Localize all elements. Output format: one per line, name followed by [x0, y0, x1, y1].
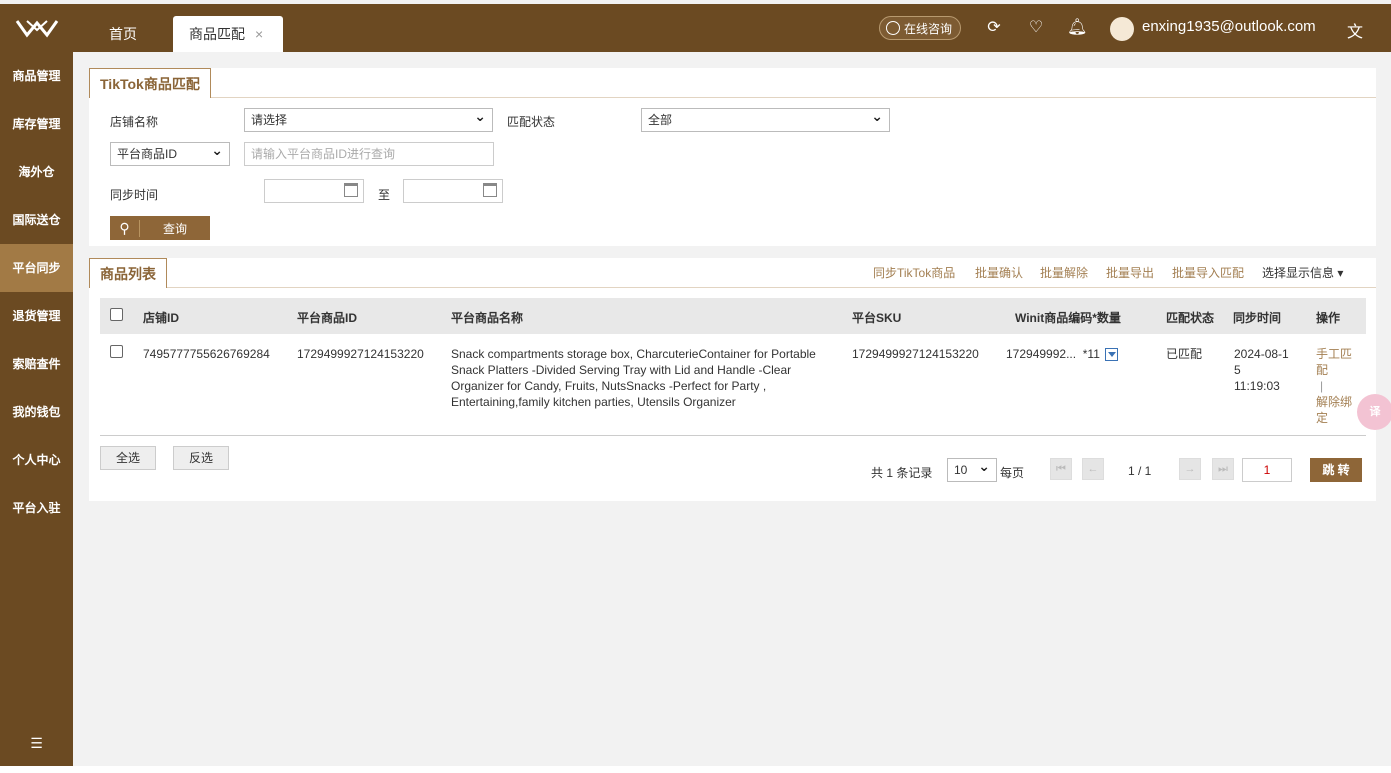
page-size-select[interactable]: 10: [947, 455, 997, 482]
row-operations: 手工匹配 | 解除绑定: [1316, 346, 1356, 426]
row-match-status: 已匹配: [1166, 347, 1203, 361]
tab-tiktok-match[interactable]: TikTok商品匹配: [89, 68, 211, 98]
list-divider: [89, 287, 1376, 288]
filter-panel: TikTok商品匹配 店铺名称 请选择 匹配状态 全部 平台商品ID 请输入平台…: [89, 68, 1376, 246]
calendar-icon[interactable]: [344, 183, 358, 197]
to-label: 至: [378, 188, 391, 202]
sidebar-item-profile[interactable]: 个人中心: [0, 436, 73, 484]
match-status-select[interactable]: 全部: [641, 105, 890, 132]
row-platform-sku: 1729499927124153220: [852, 347, 979, 361]
store-name-label: 店铺名称: [110, 115, 159, 129]
sync-tiktok-button[interactable]: 同步TikTok商品: [873, 264, 955, 281]
search-icon: ⚲: [110, 219, 140, 237]
list-panel: 商品列表 同步TikTok商品 批量确认 批量解除 批量导出 批量导入匹配 选择…: [89, 258, 1376, 501]
row-checkbox[interactable]: [110, 345, 123, 358]
sidebar-item-overseas-warehouse[interactable]: 海外仓: [0, 148, 73, 196]
logo[interactable]: [0, 4, 73, 52]
sidebar-item-platform-join[interactable]: 平台入驻: [0, 484, 73, 532]
sidebar-item-wallet[interactable]: 我的钱包: [0, 388, 73, 436]
row-platform-id: 1729499927124153220: [297, 347, 424, 361]
sidebar: 商品管理 库存管理 海外仓 国际送仓 平台同步 退货管理 索赔查件 我的钱包 个…: [0, 52, 73, 766]
query-label: 查询: [162, 221, 187, 236]
sync-end-date-input[interactable]: [403, 179, 503, 203]
row-divider: [100, 435, 1366, 436]
prev-page-icon[interactable]: ←: [1082, 458, 1104, 480]
last-page-icon[interactable]: ⏭: [1212, 458, 1234, 480]
col-platform-sku: 平台SKU: [852, 311, 902, 325]
next-page-icon[interactable]: →: [1179, 458, 1201, 480]
row-sync-time: 2024-08-15 11:19:03: [1234, 346, 1294, 394]
total-records: 共 1 条记录: [871, 466, 933, 480]
col-operation: 操作: [1316, 311, 1341, 325]
sidebar-item-platform-sync[interactable]: 平台同步: [0, 244, 73, 292]
col-store-id: 店铺ID: [143, 311, 180, 325]
refresh-icon[interactable]: ⟳: [984, 18, 1004, 38]
top-bar: 首页 商品匹配 × 在线咨询 ⟳ ♡ 🔔︎ enxing1935@outlook.…: [0, 4, 1391, 52]
col-sync-time: 同步时间: [1233, 311, 1282, 325]
tab-home[interactable]: 首页: [93, 16, 153, 52]
sidebar-item-claims[interactable]: 索赔查件: [0, 340, 73, 388]
tab-product-match-label: 商品匹配: [189, 26, 245, 42]
tab-product-list[interactable]: 商品列表: [89, 258, 167, 288]
batch-confirm-button[interactable]: 批量确认: [975, 264, 1023, 281]
winit-logo-icon: [15, 20, 58, 38]
batch-import-button[interactable]: 批量导入匹配: [1172, 264, 1244, 281]
platform-id-input[interactable]: 请输入平台商品ID进行查询: [244, 142, 494, 166]
collapse-menu-icon[interactable]: ☰: [0, 735, 73, 752]
col-platform-name: 平台商品名称: [451, 311, 524, 325]
sidebar-item-intl-shipping[interactable]: 国际送仓: [0, 196, 73, 244]
jump-button[interactable]: 跳 转: [1310, 458, 1362, 482]
sync-clock: 11:19:03: [1234, 379, 1280, 393]
chevron-down-icon[interactable]: [1105, 348, 1119, 362]
page-info: 1 / 1: [1128, 464, 1152, 478]
filter-divider: [89, 97, 1376, 98]
query-button[interactable]: ⚲ 查询: [110, 216, 210, 240]
op-separator: |: [1320, 379, 1324, 393]
sync-date: 2024-08-15: [1234, 347, 1289, 377]
status-bar: [0, 766, 1391, 773]
per-page-label: 每页: [1000, 466, 1025, 480]
display-info-select[interactable]: 选择显示信息 ▾: [1262, 264, 1343, 281]
sync-time-label: 同步时间: [110, 188, 159, 202]
sidebar-item-product[interactable]: 商品管理: [0, 52, 73, 100]
winit-qty-value: *11: [1082, 347, 1100, 361]
store-select[interactable]: 请选择: [244, 105, 493, 132]
tab-product-match[interactable]: 商品匹配 ×: [173, 16, 283, 52]
heart-icon[interactable]: ♡: [1026, 18, 1046, 38]
sidebar-item-returns[interactable]: 退货管理: [0, 292, 73, 340]
sync-start-date-input[interactable]: [264, 179, 364, 203]
close-icon[interactable]: ×: [255, 26, 263, 42]
col-winit-code: Winit商品编码*数量: [1015, 311, 1121, 325]
match-status-label: 匹配状态: [507, 115, 556, 129]
row-winit-code: 172949992... *11: [1006, 346, 1119, 362]
unbind-link[interactable]: 解除绑定: [1316, 394, 1356, 426]
batch-export-button[interactable]: 批量导出: [1106, 264, 1154, 281]
invert-selection-button[interactable]: 反选: [173, 446, 230, 470]
manual-match-link[interactable]: 手工匹配: [1316, 346, 1356, 378]
winit-code-value: 172949992...: [1006, 347, 1077, 361]
translate-icon[interactable]: 文: [1347, 18, 1363, 42]
bell-icon[interactable]: 🔔︎: [1067, 18, 1087, 38]
calendar-icon[interactable]: [483, 183, 497, 197]
online-consult-label: 在线咨询: [904, 21, 953, 36]
headset-icon: [886, 21, 900, 35]
online-consult-button[interactable]: 在线咨询: [879, 16, 962, 40]
avatar[interactable]: [1110, 17, 1134, 41]
user-email[interactable]: enxing1935@outlook.com: [1142, 18, 1316, 35]
tab-home-label: 首页: [109, 26, 137, 42]
row-platform-name: Snack compartments storage box, Charcute…: [451, 347, 816, 409]
page-number-input[interactable]: 1: [1242, 458, 1292, 482]
select-all-button[interactable]: 全选: [100, 446, 157, 470]
id-type-select[interactable]: 平台商品ID: [110, 139, 230, 166]
table-header: 店铺ID 平台商品ID 平台商品名称 平台SKU Winit商品编码*数量 匹配…: [100, 298, 1366, 334]
batch-unbind-button[interactable]: 批量解除: [1040, 264, 1088, 281]
first-page-icon[interactable]: ⏮: [1050, 458, 1072, 480]
col-platform-id: 平台商品ID: [297, 311, 358, 325]
select-all-checkbox[interactable]: [110, 308, 123, 321]
col-match-status: 匹配状态: [1166, 311, 1215, 325]
translate-float-icon[interactable]: 译: [1357, 394, 1391, 430]
sidebar-item-inventory[interactable]: 库存管理: [0, 100, 73, 148]
row-store-id: 7495777755626769284: [143, 347, 270, 361]
